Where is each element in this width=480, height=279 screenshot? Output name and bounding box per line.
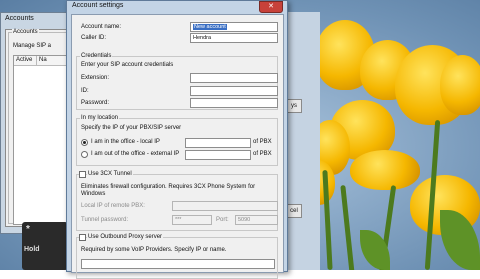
tunnel-title[interactable]: Use 3CX Tunnel [87,171,133,177]
external-ip-field[interactable] [185,150,251,160]
caller-id-label: Caller ID: [81,35,107,41]
accounts-group-title: Accounts [12,29,39,35]
proxy-group: Use Outbound Proxy server Required by so… [76,234,278,279]
extension-label: Extension: [81,75,110,81]
of-pbx-label: of PBX [253,139,272,145]
accounts-window-title: Accounts [5,15,34,22]
accounts-panel: Accounts Manage SIP a Active Na [5,29,71,227]
tunnel-password-field: *** [172,215,212,225]
accounts-subtitle: Manage SIP a [13,43,51,49]
cancel-button-background[interactable]: cel [286,204,302,218]
out-of-office-option-label[interactable]: I am out of the office - external IP [91,151,179,157]
background-window-edge: ys cel [285,12,320,270]
tunnel-hint-line2: Windows [81,191,106,197]
id-label: ID: [81,88,89,94]
location-group: In my location Specify the IP of your PB… [76,115,278,166]
proxy-hint: Required by some VoIP Providers. Specify… [81,247,227,253]
tunnel-checkbox[interactable] [79,171,86,178]
tulip-flower [350,150,420,190]
credentials-title: Credentials [80,53,113,59]
port-label: Port: [216,217,229,223]
local-ip-field[interactable] [185,138,251,148]
remote-pbx-ip-field [172,201,278,211]
tulip-stem [340,184,355,270]
password-field[interactable] [190,98,278,108]
of-pbx-label: of PBX [253,151,272,157]
proxy-checkbox[interactable] [79,234,86,241]
column-header-active[interactable]: Active [14,56,37,66]
caller-id-field[interactable]: Hendra [190,33,278,43]
account-settings-dialog: Account settings ✕ Account name: New acc… [66,0,288,279]
account-name-label: Account name: [81,24,122,30]
location-hint: Specify the IP of your PBX/SIP server [81,125,182,131]
proxy-field[interactable] [81,259,275,269]
accounts-table[interactable]: Active Na [13,55,70,225]
dialog-body: Account name: New account Caller ID: Hen… [71,14,284,279]
dialog-title: Account settings [72,2,124,9]
proxy-title[interactable]: Use Outbound Proxy server [87,234,164,240]
accounts-window: Accounts Accounts Manage SIP a Active Na [0,12,74,234]
accounts-group: Accounts Manage SIP a Active Na [8,29,70,225]
password-label: Password: [81,100,110,106]
location-title: In my location [80,115,120,121]
phone-keypad: * Hold [22,222,68,270]
id-field[interactable] [190,86,278,96]
tunnel-password-label: Tunnel password: [81,217,129,223]
hold-button[interactable]: Hold [24,246,40,253]
credentials-hint: Enter your SIP account credentials [81,62,174,68]
port-field: 5090 [235,215,278,225]
extension-field[interactable] [190,73,278,83]
remote-pbx-ip-label: Local IP of remote PBX: [81,203,145,209]
close-icon[interactable]: ✕ [259,1,283,13]
account-name-value: New account [193,24,227,30]
tunnel-hint: Eliminates firewall configuration. Requi… [81,184,256,190]
credentials-group: Credentials Enter your SIP account crede… [76,53,278,110]
out-of-office-radio[interactable] [81,151,88,158]
tulip-flower [440,55,480,115]
office-option-label[interactable]: I am in the office - local IP [91,139,160,145]
star-key[interactable]: * [26,224,30,235]
background-button[interactable]: ys [286,99,302,113]
tunnel-group: Use 3CX Tunnel Eliminates firewall confi… [76,171,278,231]
account-name-field[interactable]: New account [190,22,278,32]
office-radio[interactable] [81,139,88,146]
